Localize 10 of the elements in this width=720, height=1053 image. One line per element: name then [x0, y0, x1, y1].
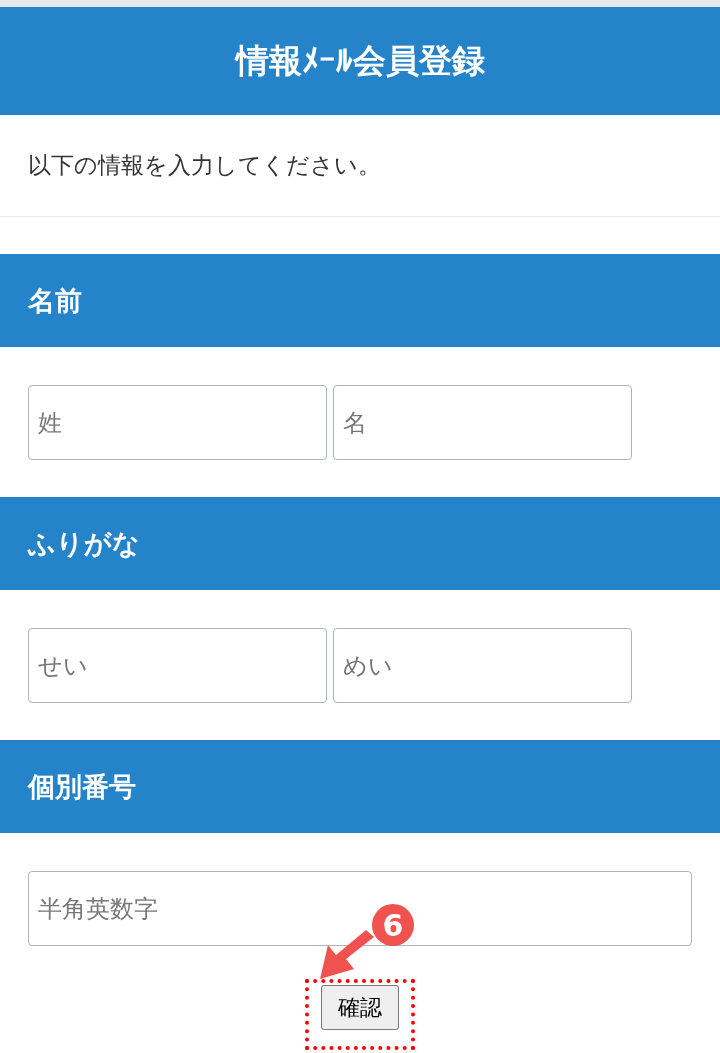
section-title: 個別番号	[28, 769, 136, 804]
section-title: 名前	[28, 283, 82, 318]
input-field[interactable]: 名	[333, 385, 632, 460]
input-field[interactable]: 姓	[28, 385, 327, 460]
confirm-button[interactable]: 確認	[321, 985, 399, 1030]
intro-text: 以下の情報を入力してください。	[28, 151, 381, 180]
input-field[interactable]: めい	[333, 628, 632, 703]
section-title: ふりがな	[28, 526, 140, 561]
input-field[interactable]: せい	[28, 628, 327, 703]
page-title: 情報ﾒｰﾙ会員登録	[235, 39, 485, 82]
